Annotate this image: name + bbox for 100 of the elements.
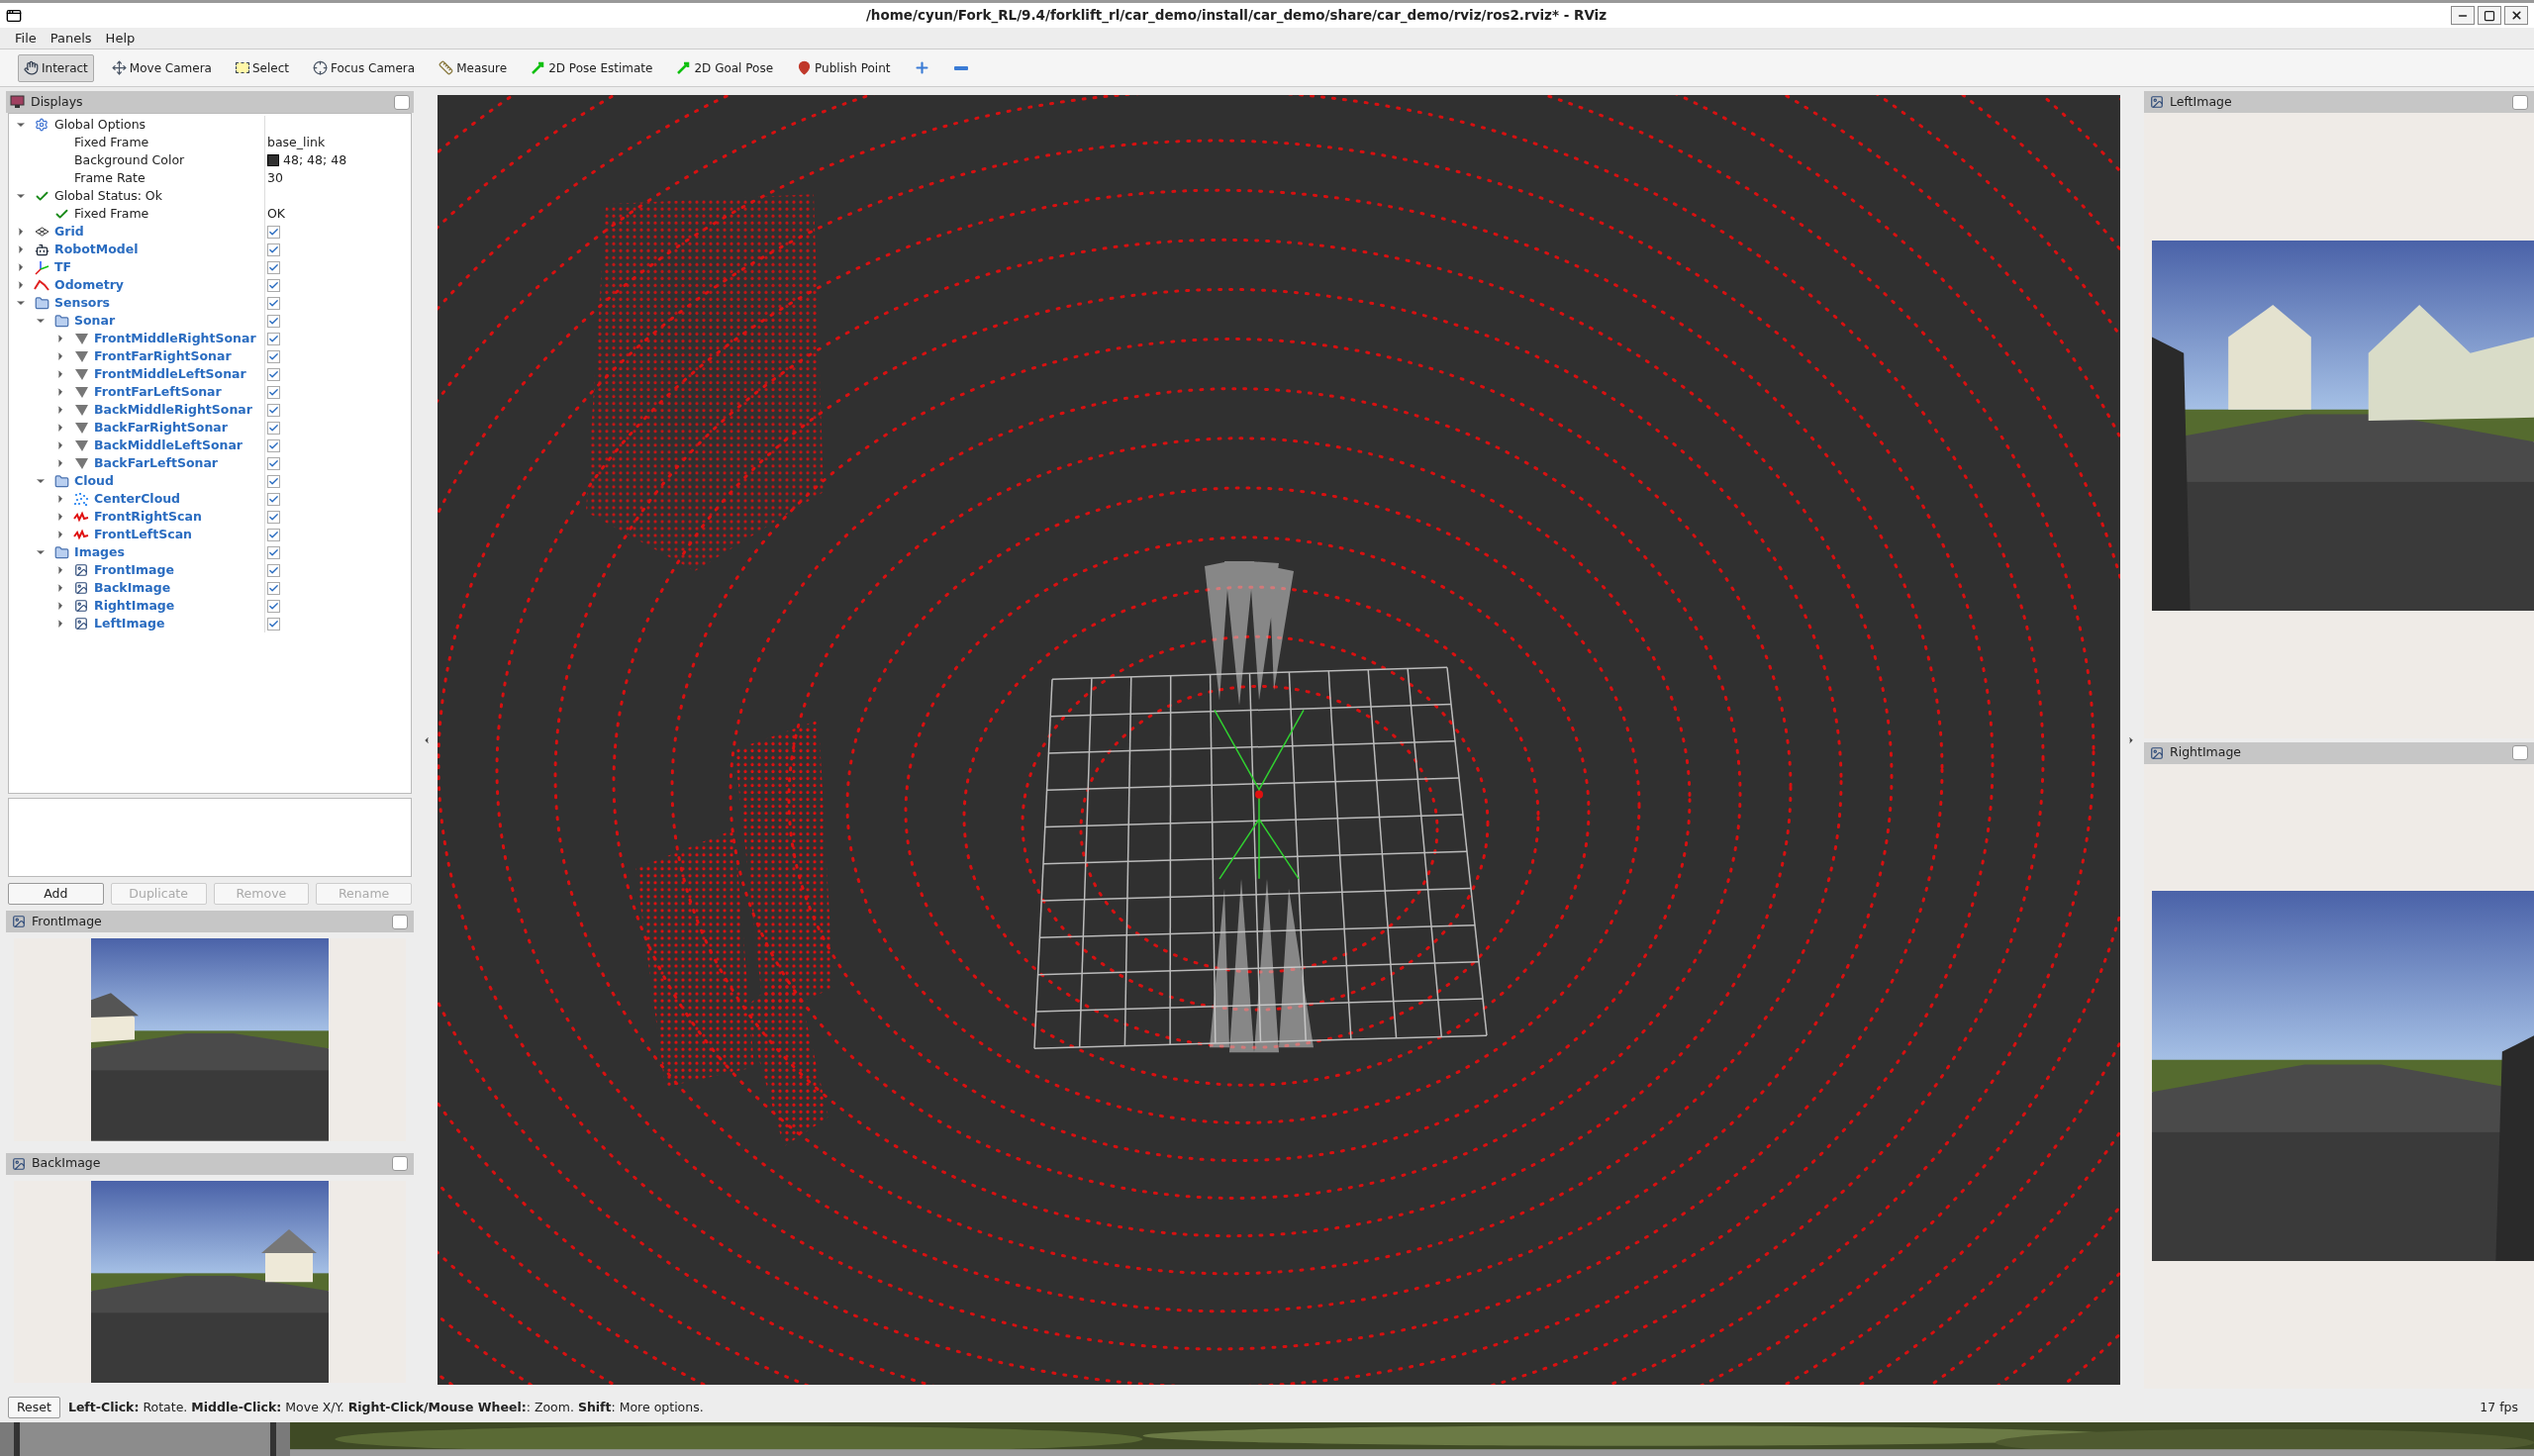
property-value[interactable]: 48; 48; 48 <box>283 150 347 170</box>
toolbar-button[interactable]: 2D Goal Pose <box>670 53 780 82</box>
checkbox[interactable] <box>267 421 280 435</box>
float-button[interactable] <box>394 94 410 110</box>
toolbar-button[interactable]: Interact <box>18 53 94 82</box>
menu-item[interactable]: File <box>15 28 37 49</box>
status-hint: Left-Click: Rotate. Middle-Click: Move X/Y. Right-Click/Mouse Wheel:: Zoom. Shift: More options. <box>67 1398 704 1416</box>
tree-item-label[interactable]: BackMiddleRightSonar <box>94 400 252 420</box>
fps-counter: 17 fps <box>2480 1398 2519 1416</box>
crosshair-icon <box>312 60 328 75</box>
checkbox[interactable] <box>267 385 280 399</box>
maximize-button[interactable] <box>2478 6 2501 25</box>
scan-icon <box>73 529 89 540</box>
tree-item-label[interactable]: FrontRightScan <box>94 507 202 527</box>
panel-button[interactable]: Add <box>8 883 104 905</box>
checkbox[interactable] <box>267 474 280 488</box>
checkbox[interactable] <box>267 456 280 470</box>
tree-item-label[interactable]: LeftImage <box>94 614 165 633</box>
toolbar-button[interactable]: Measure <box>433 53 514 82</box>
float-button[interactable] <box>392 1156 408 1171</box>
menu-item[interactable]: Help <box>105 28 136 49</box>
toolbar-button[interactable]: Focus Camera <box>306 53 422 82</box>
tree-item-label[interactable]: FrontLeftScan <box>94 525 192 544</box>
tree-item-label[interactable]: Frame Rate <box>74 168 146 188</box>
float-button[interactable] <box>2512 94 2528 110</box>
arrow-icon <box>531 60 546 75</box>
tree-item-label[interactable]: BackFarRightSonar <box>94 418 228 437</box>
checkbox[interactable] <box>267 528 280 541</box>
tree-item-label[interactable]: Sonar <box>74 311 116 331</box>
tree-item-label[interactable]: Background Color <box>74 150 185 170</box>
tree-item-label[interactable]: CenterCloud <box>94 489 181 509</box>
collapse-left-icon[interactable] <box>422 734 432 745</box>
tree-item-label[interactable]: FrontMiddleRightSonar <box>94 329 256 348</box>
image-icon <box>12 1156 26 1171</box>
close-button[interactable] <box>2504 6 2528 25</box>
select-icon <box>235 62 249 73</box>
reset-button[interactable]: Reset <box>8 1397 60 1418</box>
checkbox[interactable] <box>267 278 280 292</box>
point-cloud-drawing[interactable] <box>438 95 2120 1385</box>
tree-item-label[interactable]: FrontMiddleLeftSonar <box>94 364 246 384</box>
window-icon <box>6 7 22 24</box>
toolbar-button[interactable]: 2D Pose Estimate <box>525 53 659 82</box>
checkbox[interactable] <box>267 260 280 274</box>
checkbox[interactable] <box>267 349 280 363</box>
checkbox[interactable] <box>267 332 280 345</box>
tree-item-label[interactable]: Sensors <box>54 293 110 313</box>
tree-item-label[interactable]: Global Status: Ok <box>54 186 162 206</box>
toolbar-button[interactable]: Move Camera <box>105 53 218 82</box>
checkbox[interactable] <box>267 492 280 506</box>
property-value[interactable]: 30 <box>267 168 283 188</box>
checkbox[interactable] <box>267 438 280 452</box>
checkbox[interactable] <box>267 545 280 559</box>
image-icon <box>74 617 88 631</box>
checkbox[interactable] <box>267 599 280 613</box>
tree-item-label[interactable]: TF <box>54 257 72 277</box>
checkbox[interactable] <box>267 510 280 524</box>
hand-icon <box>24 60 39 75</box>
checkbox[interactable] <box>267 617 280 631</box>
tree-item-label[interactable]: Images <box>74 542 125 562</box>
float-button[interactable] <box>392 914 408 929</box>
checkbox[interactable] <box>267 403 280 417</box>
checkbox[interactable] <box>267 581 280 595</box>
panel-title: BackImage <box>32 1154 101 1173</box>
property-value[interactable]: base_link <box>267 133 326 152</box>
axes-icon <box>34 259 49 275</box>
tree-item-label[interactable]: FrontImage <box>94 560 174 580</box>
close-icon <box>2509 9 2523 22</box>
tree-item-label[interactable]: Fixed Frame <box>74 133 149 152</box>
cone-icon <box>73 421 89 435</box>
checkbox[interactable] <box>267 563 280 577</box>
cone-icon <box>73 332 89 345</box>
cone-icon <box>73 385 89 399</box>
tree-item-label[interactable]: Odometry <box>54 275 124 295</box>
checkbox[interactable] <box>267 367 280 381</box>
tree-item-label[interactable]: Fixed Frame <box>74 204 149 224</box>
tree-item-label[interactable]: BackImage <box>94 578 171 598</box>
tree-item-label[interactable]: BackMiddleLeftSonar <box>94 436 243 455</box>
image-icon <box>74 599 88 613</box>
checkbox[interactable] <box>267 243 280 256</box>
checkbox[interactable] <box>267 296 280 310</box>
arrow-icon <box>676 60 692 75</box>
panel-title: RightImage <box>2170 743 2242 762</box>
menu-item[interactable]: Panels <box>49 28 92 49</box>
tree-item-label[interactable]: Cloud <box>74 471 114 491</box>
toolbar-button[interactable]: Publish Point <box>791 53 897 82</box>
tree-item-label[interactable]: RightImage <box>94 596 175 616</box>
toolbar-button[interactable]: Select <box>229 53 295 82</box>
image-icon <box>74 563 88 577</box>
checkbox[interactable] <box>267 225 280 239</box>
float-button[interactable] <box>2512 745 2528 760</box>
minimize-button[interactable] <box>2451 6 2475 25</box>
checkbox[interactable] <box>267 314 280 328</box>
collapse-right-icon[interactable] <box>2126 734 2136 745</box>
tree-item-label[interactable]: BackFarLeftSonar <box>94 453 219 473</box>
tree-item-label[interactable]: RobotModel <box>54 240 139 259</box>
tree-item-label[interactable]: Grid <box>54 222 84 242</box>
tree-item-label[interactable]: FrontFarLeftSonar <box>94 382 222 402</box>
tree-item-label[interactable]: Global Options <box>54 115 146 135</box>
property-value[interactable]: OK <box>267 204 286 224</box>
tree-item-label[interactable]: FrontFarRightSonar <box>94 346 232 366</box>
